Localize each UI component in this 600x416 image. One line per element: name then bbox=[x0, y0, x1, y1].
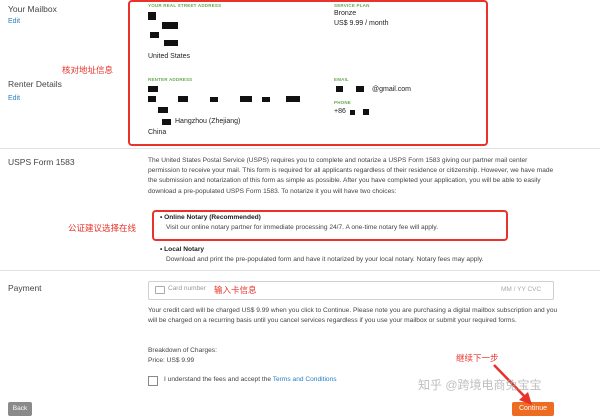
credit-card-icon bbox=[155, 286, 165, 294]
redacted-block bbox=[148, 96, 156, 102]
redacted-block bbox=[286, 96, 300, 102]
notary-option-title: Online Notary (Recommended) bbox=[164, 214, 261, 221]
annotation-card-input: 输入卡信息 bbox=[214, 285, 257, 295]
service-plan-name: Bronze bbox=[334, 10, 357, 17]
street-country: United States bbox=[148, 53, 191, 60]
redacted-block bbox=[262, 97, 270, 102]
redacted-block bbox=[148, 86, 158, 92]
redacted-block bbox=[240, 96, 252, 102]
price-line: Price: US$ 9.99 bbox=[148, 357, 195, 364]
payment-notice: Your credit card will be charged US$ 9.9… bbox=[148, 307, 558, 325]
divider bbox=[0, 270, 600, 271]
redacted-block bbox=[178, 96, 188, 102]
accept-terms-label: I understand the fees and accept the Ter… bbox=[164, 375, 337, 385]
usps-description: The United States Postal Service (USPS) … bbox=[148, 157, 554, 195]
section-label-payment: Payment bbox=[8, 283, 42, 293]
phone-value: +86 bbox=[334, 108, 346, 115]
annotation-address-check: 核对地址信息 bbox=[62, 65, 114, 75]
redacted-block bbox=[350, 110, 355, 115]
service-plan-label: SERVICE PLAN bbox=[334, 3, 370, 8]
redacted-block bbox=[148, 12, 156, 20]
card-number-placeholder: Card number bbox=[168, 285, 206, 292]
notary-option-desc: Download and print the pre-populated for… bbox=[166, 256, 484, 264]
redacted-block bbox=[158, 107, 168, 113]
divider bbox=[0, 148, 600, 149]
terms-link[interactable]: Terms and Conditions bbox=[273, 376, 337, 383]
redacted-block bbox=[162, 22, 178, 29]
redacted-block bbox=[150, 32, 159, 38]
section-label-mailbox: Your Mailbox bbox=[8, 4, 57, 14]
redacted-block bbox=[336, 86, 343, 92]
notary-option-online[interactable]: • Online Notary (Recommended) Visit our … bbox=[160, 213, 500, 233]
expiry-cvc-placeholder: MM / YY CVC bbox=[501, 286, 542, 293]
service-plan-price: US$ 9.99 / month bbox=[334, 20, 389, 27]
edit-renter-link[interactable]: Edit bbox=[8, 95, 20, 102]
phone-label: PHONE bbox=[334, 100, 352, 105]
section-label-usps: USPS Form 1583 bbox=[8, 157, 75, 167]
email-value: @gmail.com bbox=[372, 86, 412, 93]
back-button[interactable]: Back bbox=[8, 402, 32, 416]
notary-option-title: Local Notary bbox=[164, 246, 205, 253]
accept-terms-text: I understand the fees and accept the bbox=[164, 376, 273, 383]
renter-city: Hangzhou (Zhejiang) bbox=[175, 118, 241, 125]
section-label-renter: Renter Details bbox=[8, 79, 62, 89]
redacted-block bbox=[162, 119, 171, 125]
annotation-notary-advice: 公证建议选择在线 bbox=[68, 223, 137, 233]
breakdown-title: Breakdown of Charges: bbox=[148, 347, 217, 354]
street-address-label: YOUR REAL STREET ADDRESS bbox=[148, 3, 222, 8]
renter-address-label: RENTER ADDRESS bbox=[148, 77, 193, 82]
edit-mailbox-link[interactable]: Edit bbox=[8, 18, 20, 25]
redacted-block bbox=[164, 40, 178, 46]
watermark: 知乎 @跨境电商兔宝宝 bbox=[418, 378, 542, 392]
email-label: EMAIL bbox=[334, 77, 349, 82]
redacted-block bbox=[363, 109, 369, 115]
card-number-input[interactable]: Card number MM / YY CVC bbox=[148, 281, 554, 300]
accept-terms-checkbox[interactable] bbox=[148, 376, 158, 386]
redacted-block bbox=[210, 97, 218, 102]
renter-country: China bbox=[148, 129, 167, 136]
notary-option-local[interactable]: • Local Notary Download and print the pr… bbox=[160, 245, 560, 265]
redacted-block bbox=[356, 86, 364, 92]
notary-option-desc: Visit our online notary partner for imme… bbox=[166, 224, 439, 232]
